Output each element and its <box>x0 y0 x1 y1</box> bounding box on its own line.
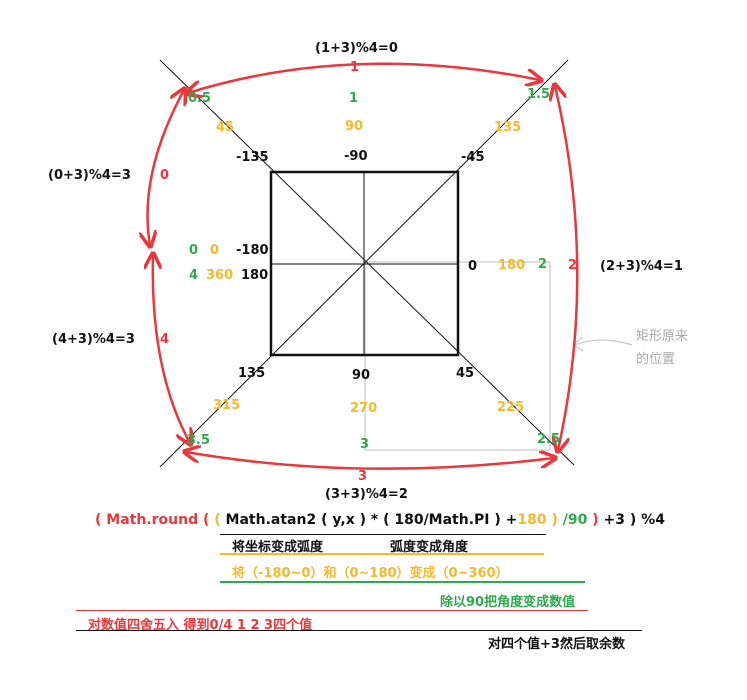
formula-part-3: ( <box>209 512 221 528</box>
br-orange-value: 225 <box>497 400 525 415</box>
diagram-canvas: (1+3)%4=0 1 (0+3)%4=3 0 (4+3)%4=3 4 2 (2… <box>0 0 747 700</box>
diagram-graphics <box>0 59 633 470</box>
formula-part-9: ) <box>587 512 599 528</box>
arrow-left-bottom <box>153 255 190 443</box>
formula-part-4: Math.atan2 ( y,x ) * ( 180/Math.PI ) <box>220 512 501 528</box>
right-green-value: 2 <box>538 257 548 272</box>
corner-br-value: 2.5 <box>537 432 561 447</box>
top-black-value: -90 <box>344 149 368 164</box>
right-orange-value: 180 <box>498 258 526 273</box>
underline-mod <box>76 630 642 631</box>
edge-right-expr: (2+3)%4=1 <box>600 259 683 274</box>
edge-bottom-index: 3 <box>358 469 368 484</box>
formula-part-6: 180 <box>517 512 547 528</box>
corner-tr-value: 1.5 <box>527 87 551 102</box>
formula-part-5: + <box>500 512 518 528</box>
bl-orange-value: 315 <box>213 398 241 413</box>
right-black-value: 0 <box>468 259 478 274</box>
edge-left-top-index: 0 <box>160 168 170 183</box>
annotation-line-1: 矩形原来 <box>636 329 689 344</box>
top-orange-value: 90 <box>345 119 364 134</box>
edge-top-expr: (1+3)%4=0 <box>315 41 398 56</box>
bl-black-value: 135 <box>238 366 266 381</box>
note-range-convert: 将（-180~0）和（0~180）变成（0~360） <box>232 566 509 581</box>
left-green-bottom: 4 <box>189 268 199 283</box>
formula: ( Math.round ( ( Math.atan2 ( y,x ) * ( … <box>95 512 665 528</box>
tr-orange-value: 135 <box>494 120 522 135</box>
formula-part-7: ) <box>546 512 558 528</box>
top-green-value: 1 <box>349 91 359 106</box>
arrow-bottom <box>186 452 554 470</box>
br-black-value: 45 <box>456 366 475 381</box>
left-black-bottom: 180 <box>241 268 269 283</box>
annotation-arrow <box>574 339 633 346</box>
left-black-top: -180 <box>236 243 269 258</box>
edge-left-bottom-index: 4 <box>160 332 170 347</box>
edge-bottom-expr: (3+3)%4=2 <box>325 487 408 502</box>
underline-coord <box>220 534 546 535</box>
tl-black-value: -135 <box>236 150 269 165</box>
bottom-black-value: 90 <box>352 368 371 383</box>
note-mod: 对四个值+3然后取余数 <box>488 637 625 652</box>
edge-left-top-expr: (0+3)%4=3 <box>48 168 131 183</box>
annotation-line-2: 的位置 <box>636 352 676 367</box>
formula-part-8: /90 <box>557 512 588 528</box>
underline-divide <box>220 581 585 583</box>
formula-part-2: Math.round ( <box>106 512 210 528</box>
edge-right-index: 2 <box>568 258 578 273</box>
bottom-orange-value: 270 <box>350 401 378 416</box>
arrow-top <box>188 62 540 93</box>
note-divide-90: 除以90把角度变成数值 <box>440 595 576 610</box>
underline-round <box>76 610 588 611</box>
left-orange-top: 0 <box>210 243 220 258</box>
edge-left-bottom-expr: (4+3)%4=3 <box>52 332 135 347</box>
formula-part-10: +3 ) %4 <box>598 512 665 528</box>
corner-bl-value: 3.5 <box>187 433 211 448</box>
corner-tl-value: 0.5 <box>188 91 212 106</box>
edge-top-index: 1 <box>350 60 360 75</box>
tr-black-value: -45 <box>461 150 485 165</box>
left-green-top: 0 <box>189 243 199 258</box>
underline-range <box>220 553 544 555</box>
formula-part-1: ( <box>95 512 107 528</box>
bottom-green-value: 3 <box>360 437 370 452</box>
left-orange-bottom: 360 <box>206 268 234 283</box>
tl-orange-value: 45 <box>216 120 235 135</box>
